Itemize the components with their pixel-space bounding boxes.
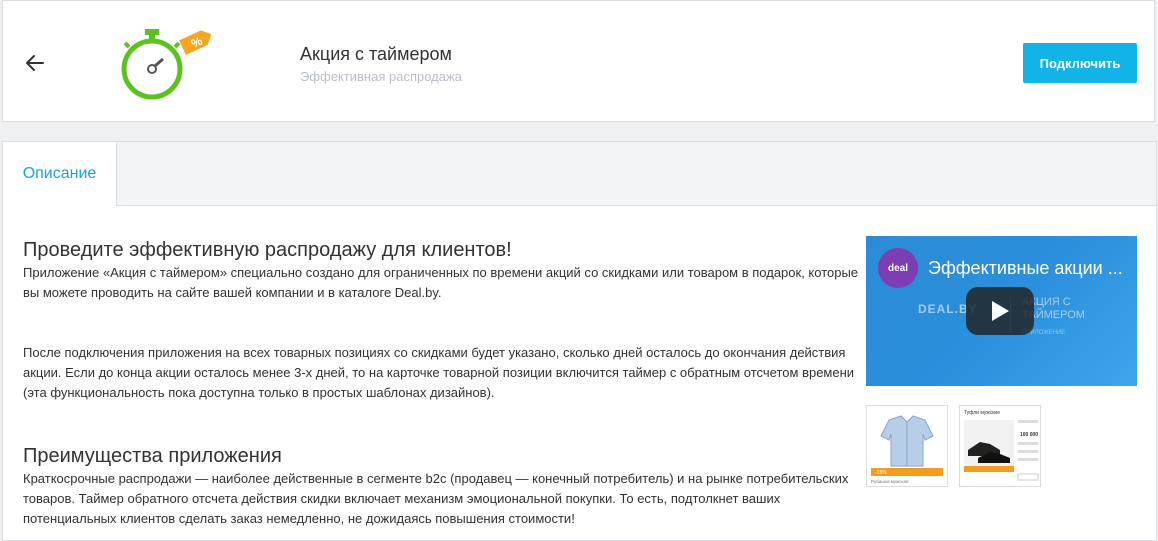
thumb-caption: Рубашка мужская [871, 479, 909, 484]
screenshot-thumbnail-shoes[interactable]: Туфли мужские 100 000 [959, 405, 1041, 487]
channel-avatar: deal [878, 248, 918, 288]
stopwatch-logo-icon: % [115, 25, 219, 105]
app-details-card: Описание Проведите эффективную распродаж… [2, 141, 1157, 541]
play-icon[interactable] [966, 287, 1034, 335]
app-subtitle: Эффективная распродажа [300, 69, 462, 84]
thumb-caption: Туфли мужские [964, 410, 1000, 416]
thumb-price: 100 000 [1020, 432, 1038, 438]
thumb-badge: -15% [875, 470, 887, 476]
app-title: Акция с таймером [300, 44, 452, 64]
app-header-card: % Акция с таймером Эффективная распродаж… [2, 0, 1155, 122]
description-paragraph-2: После подключения приложения на всех тов… [23, 345, 855, 400]
tab-bar: Описание [3, 142, 1156, 207]
tab-active-underfill [3, 205, 116, 207]
tab-description[interactable]: Описание [3, 142, 117, 206]
promo-video[interactable]: deal Эффективные акции ... DEAL.BY АКЦИЯ… [866, 236, 1137, 386]
back-arrow-icon[interactable] [23, 51, 47, 75]
video-title: Эффективные акции ... [928, 258, 1123, 278]
description-paragraph-3: Краткосрочные распродажи — наиболее дейс… [23, 471, 849, 526]
section-heading-advantages: Преимущества приложения [23, 445, 282, 467]
section-heading-main: Проведите эффективную распродажу для кли… [23, 239, 512, 261]
description-paragraph-1: Приложение «Акция с таймером» специально… [23, 265, 859, 300]
screenshot-thumbnail-shirt[interactable]: -15% Рубашка мужская [866, 405, 948, 487]
connect-button[interactable]: Подключить [1023, 43, 1137, 83]
